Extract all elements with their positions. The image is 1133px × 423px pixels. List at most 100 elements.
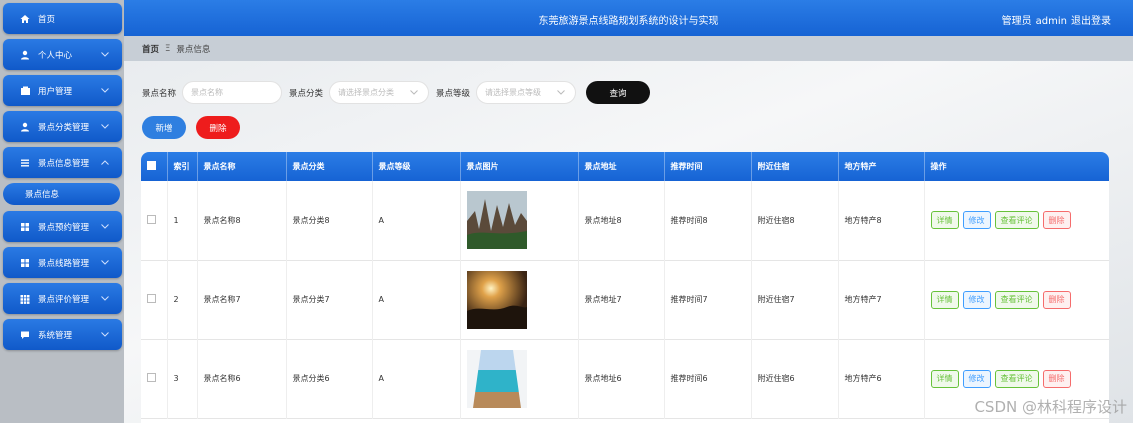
cell-lodging: 附近住宿7 [751, 260, 839, 339]
table-header: 索引 景点名称 景点分类 景点等级 景点图片 景点地址 推荐时间 附近住宿 地方… [141, 152, 1109, 181]
header-cell: 景点名称 [197, 152, 287, 181]
name-placeholder: 景点名称 [191, 88, 224, 97]
cell-specialty: 地方特产6 [838, 339, 925, 418]
chevron-down-icon [557, 88, 567, 98]
view-comments-button[interactable]: 查看评论 [994, 211, 1039, 230]
breadcrumb: 首页 Ξ 景点信息 [124, 36, 1133, 61]
grid-icon [19, 293, 31, 305]
user-manage-icon [19, 85, 31, 97]
chevron-down-icon [100, 329, 110, 339]
cell-image [460, 339, 579, 418]
detail-button[interactable]: 详情 [930, 211, 959, 230]
list-icon [19, 157, 31, 169]
header-cell: 景点等级 [372, 152, 461, 181]
sidebar-item-profile[interactable]: 个人中心 [3, 39, 122, 70]
detail-button[interactable]: 详情 [930, 290, 959, 309]
delete-button[interactable]: 删除 [1042, 211, 1071, 230]
user-icon [19, 49, 31, 61]
cell-index: 2 [167, 260, 198, 339]
cell-time: 推荐时间8 [664, 181, 752, 260]
row-select[interactable] [141, 260, 168, 339]
chevron-down-icon [100, 49, 110, 59]
cell-name: 景点名称6 [197, 339, 287, 418]
level-placeholder: 请选择景点等级 [485, 88, 542, 97]
cell-index: 3 [167, 339, 198, 418]
sidebar-item-route[interactable]: 景点线路管理 [3, 247, 122, 278]
sidebar-item-home[interactable]: 首页 [3, 3, 122, 34]
checkbox[interactable] [147, 214, 156, 224]
user-role: 管理员 [1001, 16, 1032, 27]
sidebar-subitem-label: 景点信息 [25, 190, 60, 200]
sidebar-item-label: 景点线路管理 [38, 258, 90, 269]
category-placeholder: 请选择景点分类 [338, 88, 395, 97]
row-select[interactable] [141, 181, 168, 260]
checkbox[interactable] [147, 294, 156, 303]
header-select-all[interactable] [141, 152, 168, 181]
breadcrumb-current: 景点信息 [176, 44, 211, 55]
row-select[interactable] [141, 339, 168, 418]
main-content: 景点名称 景点名称 景点分类 请选择景点分类 景点等级 请选择景点等级 查询 新… [124, 61, 1133, 423]
batch-delete-button[interactable]: 删除 [196, 116, 240, 139]
checkbox[interactable] [147, 161, 156, 170]
view-comments-button[interactable]: 查看评论 [994, 369, 1039, 388]
category-icon [19, 121, 31, 133]
cell-address: 景点地址7 [578, 260, 665, 339]
add-button[interactable]: 新增 [142, 116, 186, 139]
top-header: 东莞旅游景点线路规划系统的设计与实现 管理员 admin 退出登录 [124, 0, 1133, 36]
level-select[interactable]: 请选择景点等级 [476, 81, 577, 104]
cell-image [460, 181, 579, 260]
user-name: admin [1035, 16, 1067, 27]
sidebar-item-label: 景点分类管理 [38, 122, 90, 133]
search-bar: 景点名称 景点名称 景点分类 请选择景点分类 景点等级 请选择景点等级 查询 [142, 81, 651, 104]
sidebar-item-review[interactable]: 景点评价管理 [3, 283, 122, 314]
edit-button[interactable]: 修改 [962, 211, 991, 230]
sidebar-item-label: 用户管理 [38, 86, 73, 97]
category-select[interactable]: 请选择景点分类 [329, 81, 430, 104]
chevron-down-icon [100, 257, 110, 267]
cell-time: 推荐时间7 [664, 260, 752, 339]
sidebar: 首页 个人中心 用户管理 景点分类管理 景点信息管理 景点信息 景点预约管理 景… [0, 0, 124, 423]
view-comments-button[interactable]: 查看评论 [994, 290, 1039, 309]
cell-category: 景点分类8 [286, 181, 373, 260]
sidebar-item-scenic-info[interactable]: 景点信息管理 [3, 147, 122, 178]
sidebar-item-booking[interactable]: 景点预约管理 [3, 211, 122, 242]
logout-link[interactable]: 退出登录 [1071, 16, 1111, 27]
edit-button[interactable]: 修改 [962, 369, 991, 388]
cell-specialty: 地方特产7 [838, 260, 925, 339]
sidebar-item-system[interactable]: 系统管理 [3, 319, 122, 350]
table-row: 3 景点名称6 景点分类6 A 景点地址6 推荐时间6 附近住宿6 地方特产6 … [141, 339, 1109, 418]
cell-time: 推荐时间6 [664, 339, 752, 418]
name-input[interactable]: 景点名称 [182, 81, 283, 104]
cell-category: 景点分类7 [286, 260, 373, 339]
user-area: 管理员 admin 退出登录 [998, 12, 1111, 27]
sidebar-item-label: 个人中心 [38, 50, 73, 61]
detail-button[interactable]: 详情 [930, 369, 959, 388]
chevron-down-icon [410, 88, 420, 98]
cell-ops: 详情 修改 查看评论 删除 [924, 181, 1109, 260]
cell-category: 景点分类6 [286, 339, 373, 418]
scenic-image-sunset [466, 270, 527, 329]
sidebar-item-users[interactable]: 用户管理 [3, 75, 122, 106]
header-cell: 地方特产 [838, 152, 925, 181]
breadcrumb-home[interactable]: 首页 [142, 43, 159, 55]
header-cell: 操作 [924, 152, 1109, 181]
edit-button[interactable]: 修改 [962, 290, 991, 309]
checkbox[interactable] [147, 373, 156, 382]
header-cell: 景点地址 [578, 152, 665, 181]
table-row: 1 景点名称8 景点分类8 A 景点地址8 推荐时间8 附近住宿8 地方特产8 … [141, 181, 1109, 260]
home-icon [19, 13, 31, 25]
cell-specialty: 地方特产8 [838, 181, 925, 260]
message-icon [19, 329, 31, 341]
sidebar-item-label: 景点信息管理 [38, 158, 90, 169]
data-table: 索引 景点名称 景点分类 景点等级 景点图片 景点地址 推荐时间 附近住宿 地方… [141, 152, 1109, 423]
cell-lodging: 附近住宿8 [751, 181, 839, 260]
sidebar-item-category[interactable]: 景点分类管理 [3, 111, 122, 142]
sidebar-item-label: 景点评价管理 [38, 294, 90, 305]
header-cell: 景点分类 [286, 152, 373, 181]
header-cell: 推荐时间 [664, 152, 752, 181]
breadcrumb-separator: Ξ [165, 43, 171, 54]
delete-button[interactable]: 删除 [1042, 369, 1071, 388]
sidebar-subitem-scenic-info[interactable]: 景点信息 [3, 183, 120, 205]
delete-button[interactable]: 删除 [1042, 290, 1071, 309]
query-button[interactable]: 查询 [586, 81, 651, 104]
